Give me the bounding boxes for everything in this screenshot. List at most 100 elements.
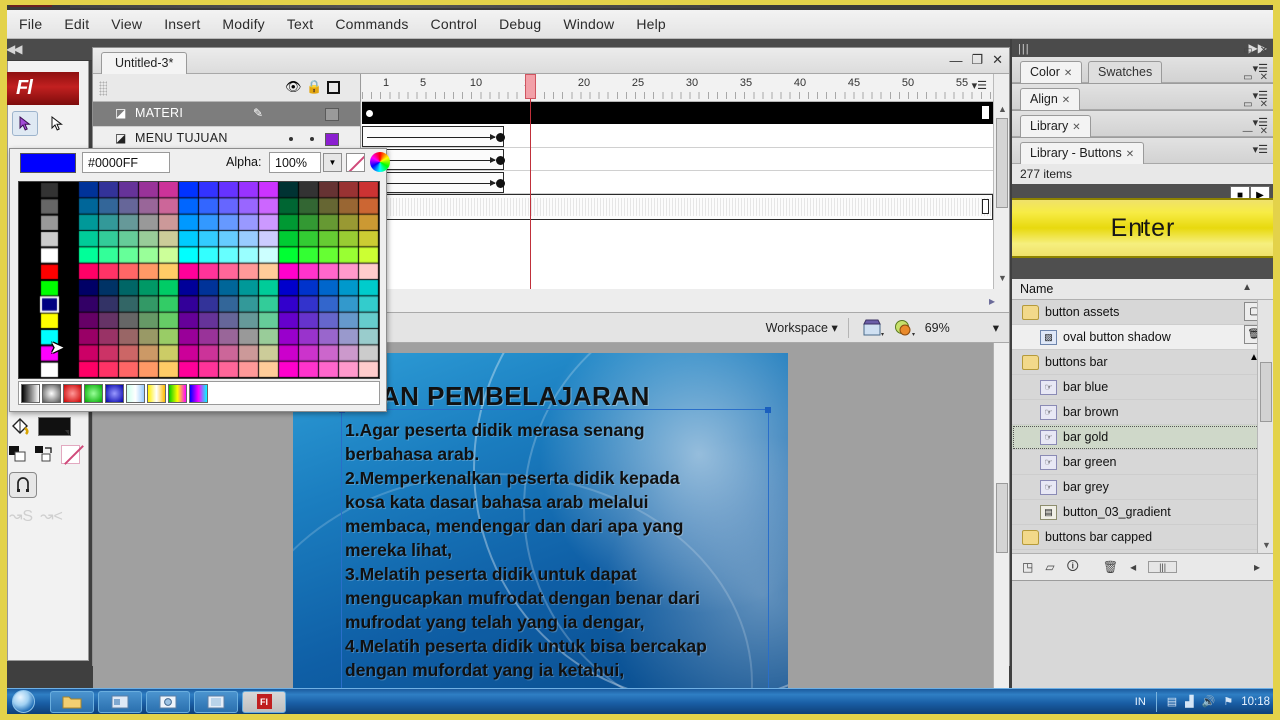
swatch-grid-canvas[interactable] xyxy=(19,182,379,378)
tab-close-icon[interactable]: ✕ xyxy=(1064,68,1072,79)
color-wheel-icon[interactable] xyxy=(370,152,390,172)
menu-help[interactable]: Help xyxy=(625,13,677,35)
scrollbar-thumb[interactable] xyxy=(996,118,1008,208)
timeline-frame-band-materi[interactable] xyxy=(362,102,993,124)
scroll-down-icon[interactable]: ▼ xyxy=(1262,540,1271,550)
panel-minimize-icon[interactable]: — xyxy=(1243,126,1253,137)
list-item[interactable]: buttons bar xyxy=(1012,350,1274,375)
menu-debug[interactable]: Debug xyxy=(488,13,552,35)
selection-handle-tr[interactable] xyxy=(765,407,771,413)
timeline-options-icon[interactable]: ▾☰ xyxy=(972,81,987,92)
document-tab[interactable]: Untitled-3* xyxy=(101,52,188,74)
windows-start-icon[interactable] xyxy=(11,690,35,713)
keyframe-dot[interactable] xyxy=(496,133,505,142)
panel-close-icon[interactable]: ✕ xyxy=(1260,72,1268,83)
close-icon[interactable]: ✕ xyxy=(992,52,1003,68)
properties-icon[interactable]: 🛈 xyxy=(1067,557,1079,578)
timeline-vertical-scrollbar[interactable]: ▲ ▼ xyxy=(993,74,1009,289)
layer-color-swatch[interactable] xyxy=(325,133,339,146)
new-symbol-icon[interactable]: ◳ xyxy=(1022,560,1033,574)
alpha-input[interactable]: 100% xyxy=(269,152,321,173)
gradient-swatch-4[interactable] xyxy=(84,383,103,403)
taskbar-item-window-1[interactable] xyxy=(98,690,142,713)
zoom-level-value[interactable]: 69% xyxy=(925,321,983,335)
swap-colors-icon[interactable] xyxy=(35,445,54,464)
no-color-icon[interactable] xyxy=(346,153,365,172)
action-center-icon[interactable]: ⚑ xyxy=(1223,695,1233,708)
scroll-right-icon[interactable]: ▸ xyxy=(989,294,995,308)
menu-view[interactable]: View xyxy=(100,13,153,35)
timeline-ruler[interactable]: 1 5 10 15 20 25 30 35 40 45 50 55 60 ▾☰ xyxy=(362,74,993,102)
hex-value-input[interactable]: #0000FF xyxy=(82,152,170,173)
selection-bounding-box[interactable] xyxy=(339,407,771,699)
panel-close-icon[interactable]: ✕ xyxy=(1260,99,1268,110)
workspace-switcher[interactable]: Workspace ▾ xyxy=(766,320,838,335)
fill-color-swatch[interactable] xyxy=(38,416,71,436)
paint-bucket-icon[interactable] xyxy=(9,415,31,437)
language-indicator[interactable]: IN xyxy=(1135,696,1146,708)
timeline-tween-row-2[interactable] xyxy=(362,149,993,171)
gradient-swatch-3[interactable] xyxy=(63,383,82,403)
outline-square-icon[interactable] xyxy=(327,81,340,94)
timeline-long-frame-row[interactable] xyxy=(362,194,993,220)
tab-library[interactable]: Library ✕ xyxy=(1020,115,1091,137)
lock-icon[interactable]: 🔒 xyxy=(306,79,322,95)
volume-icon[interactable]: 🔊 xyxy=(1202,695,1216,708)
taskbar-item-explorer[interactable] xyxy=(50,690,94,713)
gradient-swatch-2[interactable] xyxy=(42,383,61,403)
panel-minimize-icon[interactable]: ▭ xyxy=(1243,72,1252,83)
list-item[interactable]: ▤ button_03_gradient xyxy=(1012,500,1274,525)
timeline-frames-area[interactable]: 1 5 10 15 20 25 30 35 40 45 50 55 60 ▾☰ xyxy=(362,74,993,289)
menu-text[interactable]: Text xyxy=(276,13,324,35)
timeline-tween-row-1[interactable] xyxy=(362,126,993,148)
dropdown-arrow-icon[interactable]: ▼ xyxy=(323,153,342,172)
keyframe-dot[interactable] xyxy=(496,179,505,188)
tab-color[interactable]: Color ✕ xyxy=(1020,61,1083,83)
list-item[interactable]: button assets xyxy=(1012,300,1274,325)
tab-close-icon[interactable]: ✕ xyxy=(1062,95,1070,106)
dock-grip-icon[interactable]: ||| xyxy=(1018,43,1030,55)
panel-minimize-icon[interactable]: ▭ xyxy=(1243,99,1252,110)
taskbar-item-window-3[interactable] xyxy=(194,690,238,713)
gradient-swatch-7[interactable] xyxy=(147,383,166,403)
scene-icon[interactable] xyxy=(862,319,884,337)
playhead-marker[interactable] xyxy=(525,74,536,99)
layer-lock-dot[interactable] xyxy=(310,137,314,141)
tab-library-buttons[interactable]: Library - Buttons ✕ xyxy=(1020,142,1145,164)
taskbar-item-window-2[interactable] xyxy=(146,690,190,713)
scroll-right-icon[interactable]: ▸ xyxy=(1254,560,1260,574)
list-item[interactable]: ☞ bar green xyxy=(1012,450,1274,475)
snap-to-objects-button[interactable] xyxy=(9,472,37,498)
taskbar-item-flash[interactable]: Fl xyxy=(242,690,286,713)
zoom-dropdown-icon[interactable]: ▾ xyxy=(993,320,999,335)
menu-file[interactable]: File xyxy=(8,13,53,35)
timeline-tween-row-3[interactable] xyxy=(362,172,993,194)
scrollbar-thumb[interactable] xyxy=(996,483,1008,553)
network-icon[interactable]: ▟ xyxy=(1185,695,1193,708)
tab-close-icon[interactable]: ✕ xyxy=(1126,149,1134,160)
gradient-swatch-1[interactable] xyxy=(21,383,40,403)
menu-window[interactable]: Window xyxy=(552,13,625,35)
library-vertical-scrollbar[interactable]: ▼ xyxy=(1257,300,1274,553)
sort-ascending-icon[interactable]: ▲ xyxy=(1242,282,1252,293)
keyframe-dot[interactable] xyxy=(366,110,373,117)
current-color-swatch[interactable] xyxy=(20,153,76,173)
collapse-left-icon[interactable]: ◀◀ xyxy=(6,42,23,56)
library-item-list[interactable]: button assets ▨ oval button shadow button… xyxy=(1012,300,1274,554)
color-picker-popup[interactable]: #0000FF Alpha: 100% ▼ ➤ xyxy=(9,148,390,412)
selection-tool-button[interactable] xyxy=(12,111,38,136)
no-color-icon[interactable] xyxy=(61,445,80,464)
menu-commands[interactable]: Commands xyxy=(324,13,419,35)
keyframe-dot[interactable] xyxy=(496,156,505,165)
list-item[interactable]: ☞ bar brown xyxy=(1012,400,1274,425)
layer-color-swatch[interactable] xyxy=(325,108,339,121)
restore-icon[interactable]: ❐ xyxy=(971,52,983,68)
gradient-swatch-9[interactable] xyxy=(189,383,208,403)
footer-scroll-thumb[interactable]: ||| xyxy=(1148,561,1178,573)
layer-visible-dot[interactable] xyxy=(289,137,293,141)
list-item[interactable]: ☞ bar blue xyxy=(1012,375,1274,400)
edit-symbol-icon[interactable] xyxy=(894,319,915,337)
list-item-selected[interactable]: ☞ bar gold xyxy=(1012,425,1274,450)
menu-insert[interactable]: Insert xyxy=(153,13,211,35)
scroll-left-icon[interactable]: ◂ xyxy=(1130,560,1136,574)
